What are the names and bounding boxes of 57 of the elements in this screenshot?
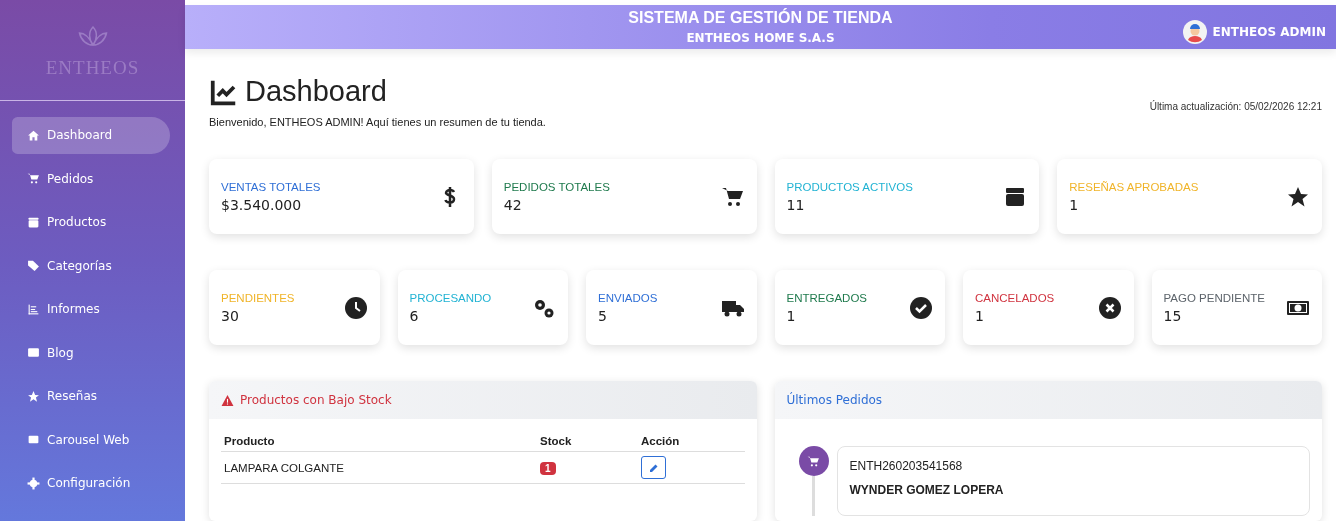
stat-value: 6 bbox=[409, 307, 420, 324]
order-code: ENTH260203541568 bbox=[849, 459, 964, 473]
stock-badge: 1 bbox=[540, 461, 556, 475]
column-header: Stock bbox=[537, 431, 638, 452]
stat-value: 5 bbox=[598, 307, 608, 324]
stat-label: CANCELADOS bbox=[975, 291, 1055, 304]
user-name[interactable]: ENTHEOS ADMIN bbox=[1212, 25, 1326, 39]
stat-label: RESEÑAS APROBADAS bbox=[1069, 180, 1199, 193]
header-subtitle: ENTHEOS HOME S.A.S bbox=[685, 31, 836, 45]
sidebar-item[interactable]: Reseñas bbox=[12, 378, 170, 415]
x-circle-icon bbox=[1097, 295, 1122, 320]
stat-label: ENVIADOS bbox=[598, 291, 658, 304]
sidebar-item[interactable]: Categorías bbox=[12, 247, 170, 284]
welcome-text: Bienvenido, ENTHEOS ADMIN! Aquí tienes un resumen de tu tienda. bbox=[209, 116, 546, 128]
header-title: SISTEMA DE GESTIÓN DE TIENDA bbox=[628, 9, 893, 27]
box-icon bbox=[27, 215, 40, 229]
sidebar-item[interactable]: Configuración bbox=[12, 465, 170, 502]
star-icon bbox=[27, 389, 40, 403]
stat-label: ENTREGADOS bbox=[786, 291, 867, 304]
sidebar-item[interactable]: Carousel Web bbox=[12, 421, 170, 458]
stat-value: 15 bbox=[1163, 307, 1183, 324]
edit-button[interactable] bbox=[641, 456, 666, 479]
page-title: Dashboard bbox=[245, 75, 387, 108]
sidebar-item[interactable]: Productos bbox=[12, 204, 170, 241]
stat-value: 11 bbox=[786, 196, 806, 213]
stat-label: PENDIENTES bbox=[221, 291, 295, 304]
column-header: Producto bbox=[221, 431, 537, 452]
cart-icon bbox=[807, 454, 820, 468]
stat-value: 1 bbox=[975, 307, 985, 324]
stat-value: $3.540.000 bbox=[221, 196, 303, 213]
panel-title: Últimos Pedidos bbox=[786, 393, 883, 407]
sidebar-item[interactable]: Informes bbox=[12, 291, 170, 328]
last-update-text: Última actualización: 05/02/2026 12:21 bbox=[1149, 101, 1322, 112]
sidebar-item[interactable]: Blog bbox=[12, 334, 170, 371]
stat-label: VENTAS TOTALES bbox=[221, 180, 321, 193]
stat-value: 42 bbox=[503, 196, 523, 213]
stat-value: 1 bbox=[786, 307, 797, 324]
stat-label: PAGO PENDIENTE bbox=[1163, 291, 1265, 304]
panel-title: Productos con Bajo Stock bbox=[240, 393, 392, 407]
column-header: Acción bbox=[638, 431, 745, 452]
stat-value: 30 bbox=[221, 307, 240, 324]
cart-icon bbox=[27, 172, 40, 186]
stat-label: PEDIDOS TOTALES bbox=[503, 180, 610, 193]
avatar-icon[interactable] bbox=[1182, 20, 1207, 44]
home-icon bbox=[27, 128, 40, 142]
stat-label: PROCESANDO bbox=[409, 291, 492, 304]
warning-icon bbox=[221, 393, 234, 407]
customer-name: WYNDER GOMEZ LOPERA bbox=[849, 483, 1005, 497]
check-circle-icon bbox=[909, 295, 933, 320]
tag-icon bbox=[27, 259, 40, 273]
clock-icon bbox=[343, 295, 368, 320]
table-cell: LAMPARA COLGANTE bbox=[221, 451, 537, 484]
sidebar-item[interactable]: Dashboard bbox=[12, 117, 170, 154]
stat-value: 1 bbox=[1069, 196, 1080, 213]
bar-chart-icon bbox=[27, 302, 40, 316]
sidebar-item[interactable]: Pedidos bbox=[12, 160, 170, 197]
stat-label: PRODUCTOS ACTIVOS bbox=[786, 180, 913, 193]
